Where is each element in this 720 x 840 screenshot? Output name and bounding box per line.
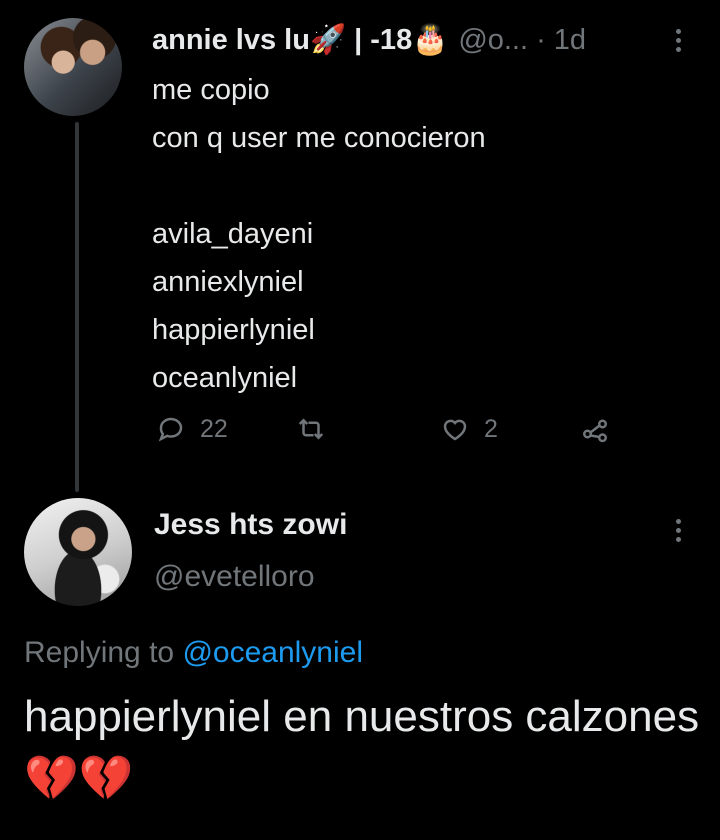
like-icon xyxy=(443,419,467,441)
display-name[interactable]: annie lvs lu🚀 | -18🎂 xyxy=(152,23,448,57)
replying-to: Replying to @oceanlyniel xyxy=(24,636,363,670)
avatar[interactable] xyxy=(24,18,122,116)
share-icon xyxy=(583,419,607,443)
timestamp[interactable]: 1d xyxy=(554,24,586,57)
tweet-header: annie lvs lu🚀 | -18🎂 @o... · 1d xyxy=(152,22,586,58)
more-icon[interactable] xyxy=(668,516,688,544)
reply-icon xyxy=(158,417,183,442)
thread-connector xyxy=(75,122,79,492)
separator: · xyxy=(536,23,546,56)
share-button[interactable] xyxy=(580,414,610,444)
tweet-line: me copio xyxy=(152,74,270,106)
tweet-line xyxy=(152,162,692,210)
tweet-line: anniexlyniel xyxy=(152,266,304,298)
retweet-button[interactable] xyxy=(296,414,340,444)
like-count: 2 xyxy=(484,414,498,443)
reply-button[interactable]: 22 xyxy=(156,414,228,444)
tweet-text: me copio con q user me conocieron avila_… xyxy=(152,66,692,402)
tweet-text: happierlyniel en nuestros calzones💔💔 xyxy=(24,692,700,803)
user-handle[interactable]: @evetelloro xyxy=(154,560,315,594)
reply-count: 22 xyxy=(200,414,228,443)
user-handle[interactable]: @o... xyxy=(458,24,528,57)
retweet-icon xyxy=(298,418,324,440)
replying-prefix: Replying to xyxy=(24,636,183,669)
tweet-line: con q user me conocieron xyxy=(152,122,486,154)
replying-mention-link[interactable]: @oceanlyniel xyxy=(182,636,363,669)
display-name[interactable]: Jess hts zowi xyxy=(154,508,347,542)
tweet-line: oceanlyniel xyxy=(152,362,298,394)
tweet-line: happierlyniel xyxy=(152,314,315,346)
like-button[interactable]: 2 xyxy=(440,414,498,444)
avatar[interactable] xyxy=(24,498,132,606)
more-icon[interactable] xyxy=(668,26,688,54)
tweet-actions: 22 2 xyxy=(156,414,636,454)
tweet-line: avila_dayeni xyxy=(152,218,314,250)
